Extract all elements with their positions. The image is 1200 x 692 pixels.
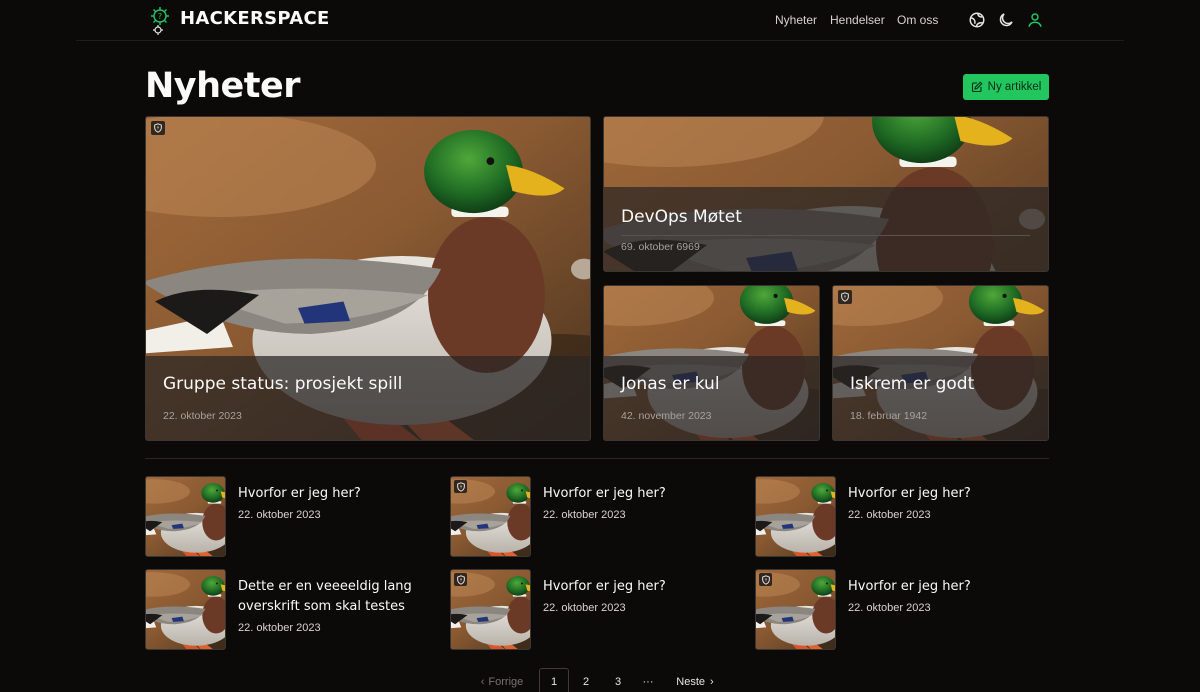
moon-icon[interactable] [997, 11, 1015, 29]
edit-icon [971, 81, 983, 93]
globe-icon[interactable] [968, 11, 986, 29]
article-title: Hvorfor er jeg her? [543, 579, 666, 594]
restricted-shield-icon [454, 573, 467, 586]
chevron-left-icon: ‹ [480, 676, 485, 688]
card-date: 18. februar 1942 [850, 410, 928, 422]
new-article-label: Ny artikkel [987, 81, 1042, 93]
article-thumbnail [145, 569, 226, 650]
article-item[interactable]: Hvorfor er jeg her? 22. oktober 2023 [145, 476, 435, 558]
pagination-ellipsis: ··· [642, 676, 654, 688]
pagination-next-label: Neste [676, 676, 706, 688]
article-thumbnail [145, 476, 226, 557]
new-article-button[interactable]: Ny artikkel [963, 74, 1049, 100]
article-item[interactable]: Hvorfor er jeg her? 22. oktober 2023 [755, 476, 1045, 558]
card-overlay [833, 356, 1048, 440]
article-item[interactable]: Hvorfor er jeg her? 22. oktober 2023 [450, 476, 740, 558]
page-title: Nyheter [145, 66, 301, 106]
card-title: DevOps Møtet [621, 207, 742, 227]
card-date: 69. oktober 6969 [621, 241, 700, 253]
article-date: 22. oktober 2023 [543, 602, 626, 614]
article-item[interactable]: Hvorfor er jeg her? 22. oktober 2023 [755, 569, 1045, 651]
nav-item-nyheter[interactable]: Nyheter [775, 13, 817, 27]
card-title: Jonas er kul [621, 374, 720, 394]
brand-name[interactable]: HACKERSPACE [180, 8, 330, 29]
pagination-page-3[interactable]: 3 [603, 668, 633, 692]
pagination-page-2[interactable]: 2 [571, 668, 601, 692]
article-date: 22. oktober 2023 [238, 622, 321, 634]
pagination-page-1[interactable]: 1 [539, 668, 569, 692]
featured-card-small[interactable]: Jonas er kul 42. november 2023 [603, 285, 820, 441]
featured-card-large[interactable]: Gruppe status: prosjekt spill 22. oktobe… [145, 116, 591, 441]
featured-card-small[interactable]: Iskrem er godt 18. februar 1942 [832, 285, 1049, 441]
duck-image [145, 476, 226, 557]
pagination-next[interactable]: Neste › [669, 668, 721, 692]
card-overlay [604, 356, 819, 440]
card-title: Iskrem er godt [850, 374, 975, 394]
section-divider [145, 458, 1049, 459]
pagination-prev-label: Forrige [488, 676, 524, 688]
article-thumbnail [755, 476, 836, 557]
article-date: 22. oktober 2023 [848, 509, 931, 521]
article-item[interactable]: Dette er en veeeeldig lang overskrift so… [145, 569, 435, 651]
article-title: Hvorfor er jeg her? [543, 486, 666, 501]
article-date: 22. oktober 2023 [238, 509, 321, 521]
card-title: Gruppe status: prosjekt spill [163, 374, 403, 394]
article-title: Dette er en veeeeldig lang overskrift so… [238, 579, 412, 614]
restricted-shield-icon [151, 121, 165, 135]
article-title: Hvorfor er jeg her? [848, 486, 971, 501]
article-date: 22. oktober 2023 [848, 602, 931, 614]
card-separator [621, 235, 1030, 236]
article-title: Hvorfor er jeg her? [848, 579, 971, 594]
restricted-shield-icon [454, 480, 467, 493]
duck-image [755, 476, 836, 557]
duck-image [145, 569, 226, 650]
svg-text:?: ? [158, 12, 162, 21]
card-date: 42. november 2023 [621, 410, 712, 422]
article-thumbnail [755, 569, 836, 650]
restricted-shield-icon [759, 573, 772, 586]
nav-item-hendelser[interactable]: Hendelser [830, 13, 885, 27]
article-title: Hvorfor er jeg her? [238, 486, 361, 501]
card-overlay [604, 187, 1048, 271]
user-icon[interactable] [1026, 11, 1044, 29]
article-thumbnail [450, 569, 531, 650]
pagination-prev[interactable]: ‹ Forrige [474, 668, 530, 692]
card-date: 22. oktober 2023 [163, 410, 242, 422]
chevron-right-icon: › [710, 676, 714, 688]
featured-card-wide[interactable]: DevOps Møtet 69. oktober 6969 [603, 116, 1049, 272]
nav-item-om-oss[interactable]: Om oss [897, 13, 938, 27]
article-item[interactable]: Hvorfor er jeg her? 22. oktober 2023 [450, 569, 740, 651]
article-date: 22. oktober 2023 [543, 509, 626, 521]
card-overlay [146, 356, 590, 440]
article-thumbnail [450, 476, 531, 557]
restricted-shield-icon [838, 290, 852, 304]
site-header: ? HACKERSPACE Nyheter Hendelser Om oss [76, 0, 1124, 41]
hackerspace-logo-icon[interactable]: ? [148, 5, 172, 35]
